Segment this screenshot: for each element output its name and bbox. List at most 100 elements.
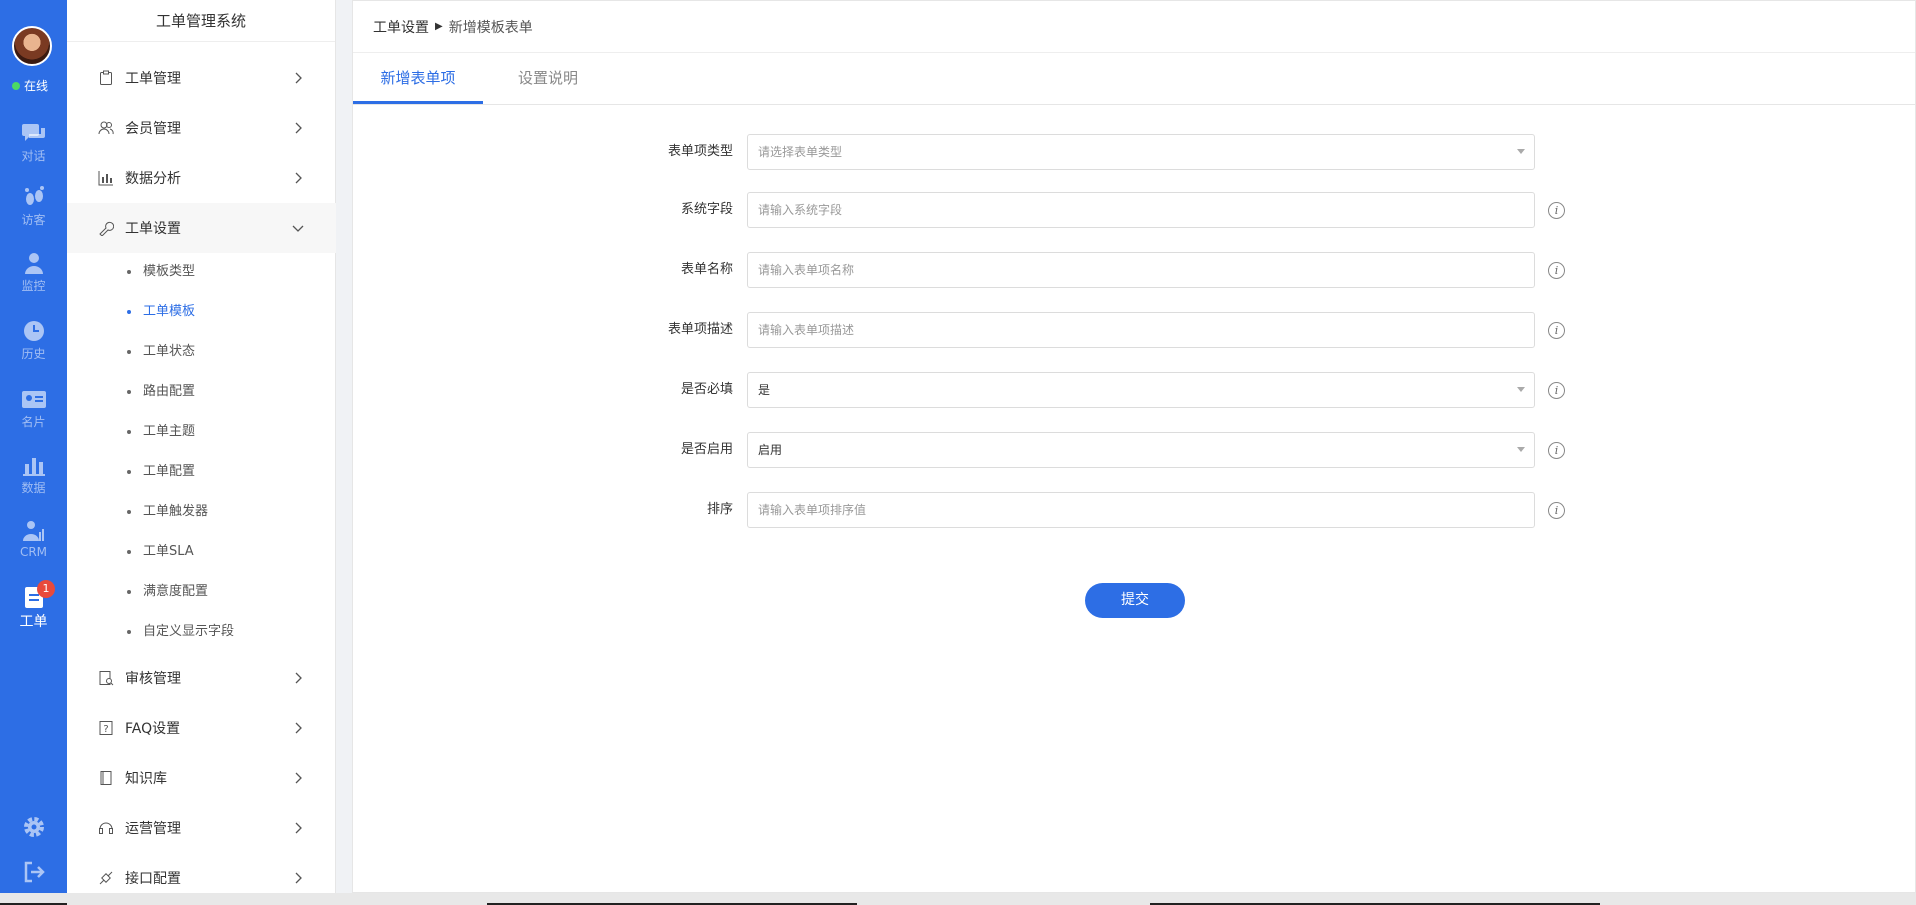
sidebar-title: 工单管理系统 bbox=[67, 0, 335, 42]
menu-member-management[interactable]: 会员管理 bbox=[67, 103, 336, 153]
chevron-right-icon bbox=[295, 872, 302, 884]
required-select[interactable]: 是 bbox=[747, 372, 1535, 408]
clock-icon bbox=[23, 321, 44, 341]
info-icon[interactable]: i bbox=[1548, 322, 1565, 339]
online-dot-icon bbox=[12, 81, 20, 90]
rail-item-monitor[interactable]: 监控 bbox=[0, 252, 67, 294]
menu-ticket-settings[interactable]: 工单设置 bbox=[67, 203, 336, 253]
tab-setting-instructions[interactable]: 设置说明 bbox=[483, 53, 613, 104]
info-icon[interactable]: i bbox=[1548, 202, 1565, 219]
submenu-ticket-config[interactable]: 工单配置 bbox=[67, 452, 336, 492]
rail-item-history[interactable]: 历史 bbox=[0, 320, 67, 362]
rail-item-label: 访客 bbox=[21, 213, 46, 227]
rail-settings[interactable] bbox=[0, 815, 67, 842]
sort-input[interactable]: 请输入表单项排序值 bbox=[747, 492, 1535, 528]
faq-icon: ? bbox=[97, 719, 115, 737]
submit-button[interactable]: 提交 bbox=[1085, 583, 1185, 618]
submenu-custom-display-fields[interactable]: 自定义显示字段 bbox=[67, 612, 336, 652]
chevron-right-icon bbox=[295, 172, 302, 184]
menu-data-analysis[interactable]: 数据分析 bbox=[67, 153, 336, 203]
form-label: 表单名称 bbox=[680, 262, 733, 277]
form-label: 表单项描述 bbox=[667, 322, 733, 337]
rail-item-visitor[interactable]: 访客 bbox=[0, 186, 67, 228]
tab-add-form-item[interactable]: 新增表单项 bbox=[353, 53, 483, 104]
submenu-ticket-template[interactable]: 工单模板 bbox=[67, 292, 336, 332]
chevron-right-icon bbox=[295, 722, 302, 734]
logout-icon bbox=[24, 861, 45, 883]
breadcrumb-arrow-icon: ▶ bbox=[435, 21, 443, 32]
rail-item-label: 监控 bbox=[21, 279, 46, 293]
review-icon bbox=[97, 669, 115, 687]
submenu-ticket-sla[interactable]: 工单SLA bbox=[67, 532, 336, 572]
menu-review-management[interactable]: 审核管理 bbox=[67, 653, 336, 703]
form-row-sort: 排序 请输入表单项排序值 i bbox=[353, 492, 1916, 528]
rail-item-crm[interactable]: CRM bbox=[0, 520, 67, 559]
submenu-ticket-trigger[interactable]: 工单触发器 bbox=[67, 492, 336, 532]
tab-bar: 新增表单项 设置说明 bbox=[353, 53, 1915, 105]
form-row-system-field: 系统字段 请输入系统字段 i bbox=[353, 192, 1916, 228]
menu-ticket-management[interactable]: 工单管理 bbox=[67, 53, 336, 103]
submenu-routing-config[interactable]: 路由配置 bbox=[67, 372, 336, 412]
menu-label: 会员管理 bbox=[125, 121, 181, 137]
breadcrumb-parent[interactable]: 工单设置 bbox=[373, 17, 429, 37]
form-type-select[interactable]: 请选择表单类型 bbox=[747, 134, 1535, 170]
book-icon bbox=[97, 769, 115, 787]
form-row-enabled: 是否启用 启用 i bbox=[353, 432, 1916, 468]
online-status: 在线 bbox=[12, 77, 48, 94]
chevron-right-icon bbox=[295, 772, 302, 784]
submenu-satisfaction-config[interactable]: 满意度配置 bbox=[67, 572, 336, 612]
form-row-name: 表单名称 请输入表单项名称 i bbox=[353, 252, 1916, 288]
avatar[interactable] bbox=[12, 26, 52, 66]
form-label: 是否启用 bbox=[680, 442, 733, 457]
footprint-icon bbox=[24, 186, 44, 205]
chevron-right-icon bbox=[295, 822, 302, 834]
info-icon[interactable]: i bbox=[1548, 262, 1565, 279]
rail-item-ticket[interactable]: 1 工单 bbox=[0, 580, 67, 631]
menu-operations-management[interactable]: 运营管理 bbox=[67, 803, 336, 853]
clipboard-icon bbox=[97, 69, 115, 87]
breadcrumb-current: 新增模板表单 bbox=[448, 19, 533, 36]
form-name-input[interactable]: 请输入表单项名称 bbox=[747, 252, 1535, 288]
main-panel: 工单设置 ▶ 新增模板表单 新增表单项 设置说明 表单项类型 请选择表单类型 系… bbox=[352, 0, 1916, 893]
form-label: 排序 bbox=[706, 502, 733, 517]
menu-label: 知识库 bbox=[125, 771, 167, 787]
chat-icon bbox=[21, 124, 45, 141]
rail-item-chat[interactable]: 对话 bbox=[0, 122, 67, 164]
svg-text:?: ? bbox=[103, 724, 108, 735]
form-description-input[interactable]: 请输入表单项描述 bbox=[747, 312, 1535, 348]
rail-logout[interactable] bbox=[0, 860, 67, 887]
plug-icon bbox=[97, 869, 115, 887]
users-icon bbox=[97, 119, 115, 137]
submenu-template-type[interactable]: 模板类型 bbox=[67, 252, 336, 292]
info-icon[interactable]: i bbox=[1548, 442, 1565, 459]
rail-item-label: 数据 bbox=[21, 481, 46, 495]
crm-icon bbox=[22, 521, 44, 541]
info-icon[interactable]: i bbox=[1548, 382, 1565, 399]
rail-item-label: 工单 bbox=[19, 614, 48, 630]
card-icon bbox=[21, 391, 46, 408]
app-rail: 在线 对话 访客 监控 历史 名片 数据 CRM 1 工单 bbox=[0, 0, 67, 905]
menu-label: 审核管理 bbox=[125, 671, 181, 687]
bottom-scrollbar[interactable] bbox=[0, 893, 1916, 905]
chevron-right-icon bbox=[295, 672, 302, 684]
menu-label: 数据分析 bbox=[125, 171, 181, 187]
menu-knowledge-base[interactable]: 知识库 bbox=[67, 753, 336, 803]
info-icon[interactable]: i bbox=[1548, 502, 1565, 519]
rail-item-card[interactable]: 名片 bbox=[0, 388, 67, 430]
submenu-ticket-topic[interactable]: 工单主题 bbox=[67, 412, 336, 452]
notification-badge: 1 bbox=[37, 580, 55, 598]
form-row-required: 是否必填 是 i bbox=[353, 372, 1916, 408]
bar-chart-icon bbox=[22, 458, 45, 476]
submenu-ticket-status[interactable]: 工单状态 bbox=[67, 332, 336, 372]
chevron-right-icon bbox=[295, 122, 302, 134]
system-field-input[interactable]: 请输入系统字段 bbox=[747, 192, 1535, 228]
enabled-select[interactable]: 启用 bbox=[747, 432, 1535, 468]
rail-item-data[interactable]: 数据 bbox=[0, 454, 67, 496]
menu-faq-settings[interactable]: ? FAQ设置 bbox=[67, 703, 336, 753]
form-label: 系统字段 bbox=[680, 202, 733, 217]
menu-label: 工单管理 bbox=[125, 71, 181, 87]
gear-icon bbox=[23, 817, 44, 837]
chevron-down-icon bbox=[292, 225, 304, 232]
online-status-label: 在线 bbox=[24, 79, 49, 93]
rail-item-label: 历史 bbox=[21, 347, 46, 361]
